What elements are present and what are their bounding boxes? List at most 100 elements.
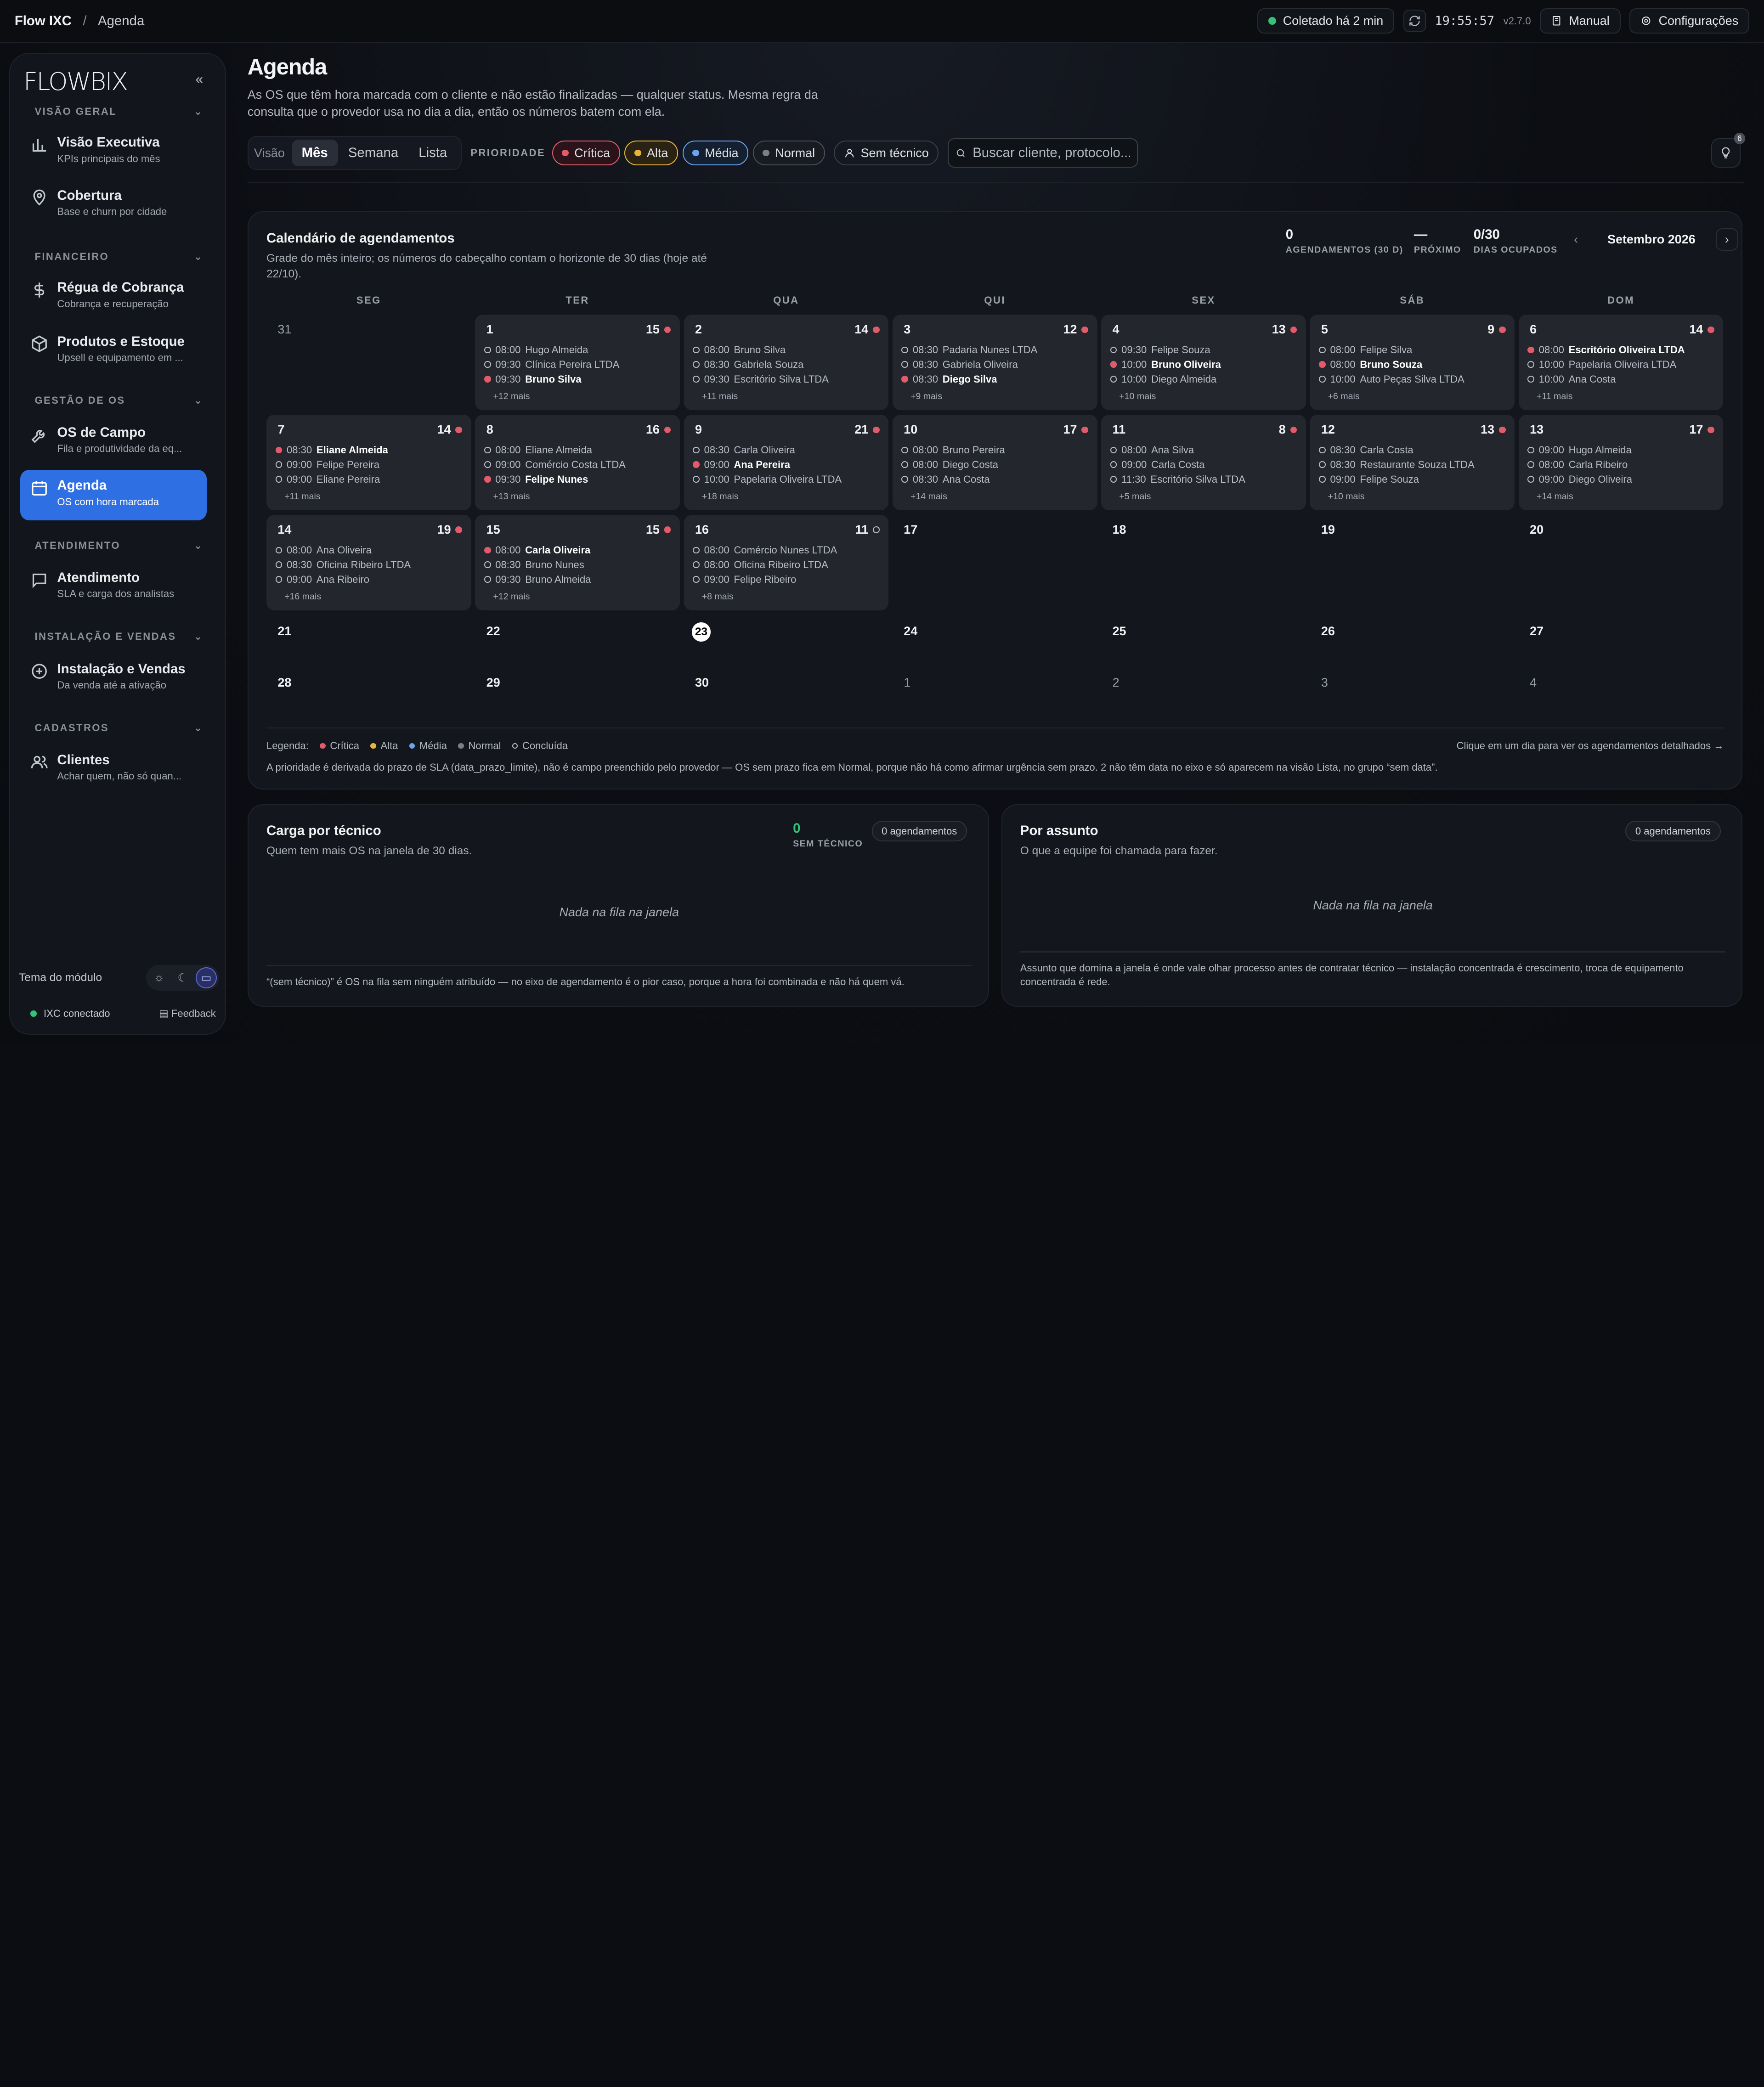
priority-filter-critica[interactable]: Crítica <box>552 140 620 166</box>
calendar-day-cell[interactable]: 7 14 08:30 Eliane Almeida 09:00 Felipe Pereir… <box>266 415 471 511</box>
appointment-item[interactable]: 09:00 Hugo Almeida <box>1527 444 1719 456</box>
more-link[interactable]: +10 mais <box>1328 491 1365 502</box>
appointment-item[interactable]: 08:00 Ana Oliveira <box>275 544 467 556</box>
no-technician-filter[interactable]: Sem técnico <box>834 140 939 166</box>
appointment-item[interactable]: 08:00 Oficina Ribeiro LTDA <box>693 559 884 571</box>
sidebar-item-instalacao-e-vendas[interactable]: Instalação e Vendas Da venda até a ativa… <box>20 653 207 704</box>
appointment-item[interactable]: 08:30 Ana Costa <box>901 474 1092 485</box>
calendar-day-cell[interactable]: 30 <box>684 668 889 713</box>
sidebar-item-regua-de-cobranca[interactable]: Régua de Cobrança Cobrança e recuperação <box>20 272 207 322</box>
calendar-day-cell[interactable]: 20 <box>1519 515 1724 564</box>
calendar-day-cell[interactable]: 11 8 08:00 Ana Silva 09:00 Carla Costa 11:30 Es… <box>1101 415 1306 511</box>
sidebar-item-produtos-e-estoque[interactable]: Produtos e Estoque Upsell e equipamento … <box>20 326 207 377</box>
appointment-item[interactable]: 08:30 Gabriela Oliveira <box>901 359 1092 371</box>
view-week-tab[interactable]: Semana <box>338 140 408 166</box>
tips-button[interactable]: 6 <box>1711 132 1745 168</box>
section-instalacao-e-vendas[interactable]: INSTALAÇÃO E VENDAS ⌄ <box>34 631 203 643</box>
calendar-day-cell[interactable]: 10 17 08:00 Bruno Pereira 08:00 Diego Costa 08… <box>892 415 1097 511</box>
calendar-day-cell[interactable]: 22 <box>475 616 680 666</box>
settings-button[interactable]: Configurações <box>1629 8 1750 34</box>
sidebar-item-agenda[interactable]: Agenda OS com hora marcada <box>20 470 207 521</box>
calendar-day-cell[interactable]: 12 13 08:30 Carla Costa 08:30 Restaurante Sou… <box>1310 415 1515 511</box>
appointment-item[interactable]: 10:00 Papelaria Oliveira LTDA <box>693 474 884 485</box>
more-link[interactable]: +5 mais <box>1119 491 1151 502</box>
sidebar-item-visao-executiva[interactable]: Visão Executiva KPIs principais do mês <box>20 127 207 177</box>
more-link[interactable]: +12 mais <box>493 391 530 402</box>
moon-icon[interactable]: ☾ <box>172 967 193 989</box>
calendar-day-cell[interactable]: 4 13 09:30 Felipe Souza 10:00 Bruno Oliveira 1… <box>1101 315 1306 411</box>
sidebar-item-atendimento[interactable]: Atendimento SLA e carga dos analistas <box>20 562 207 613</box>
manual-button[interactable]: Manual <box>1540 8 1621 34</box>
appointment-item[interactable]: 08:00 Bruno Souza <box>1318 359 1510 371</box>
calendar-day-cell[interactable]: 6 14 08:00 Escritório Oliveira LTDA 10:00 Pap… <box>1518 315 1724 411</box>
section-gestao-de-os[interactable]: GESTÃO DE OS ⌄ <box>34 395 203 406</box>
appointment-item[interactable]: 10:00 Papelaria Oliveira LTDA <box>1527 359 1719 371</box>
appointment-item[interactable]: 08:00 Ana Silva <box>1110 444 1301 456</box>
more-link[interactable]: +14 mais <box>1537 491 1573 502</box>
calendar-day-cell[interactable]: 3 <box>1310 668 1515 713</box>
more-link[interactable]: +11 mais <box>702 391 738 402</box>
more-link[interactable]: +11 mais <box>284 491 321 502</box>
calendar-day-cell[interactable]: 18 <box>1101 515 1306 564</box>
calendar-day-cell[interactable]: 9 21 08:30 Carla Oliveira 09:00 Ana Pereira 10… <box>684 415 889 511</box>
more-link[interactable]: +18 mais <box>702 491 739 502</box>
section-cadastros[interactable]: CADASTROS ⌄ <box>34 722 203 734</box>
more-link[interactable]: +11 mais <box>1537 391 1573 402</box>
more-link[interactable]: +13 mais <box>493 491 530 502</box>
sidebar-item-clientes[interactable]: Clientes Achar quem, não só quan... <box>20 745 207 795</box>
more-link[interactable]: +12 mais <box>493 592 530 602</box>
more-link[interactable]: +8 mais <box>702 592 734 602</box>
collapse-sidebar-icon[interactable]: « <box>196 72 203 87</box>
more-link[interactable]: +16 mais <box>284 592 321 602</box>
appointment-item[interactable]: 08:30 Oficina Ribeiro LTDA <box>275 559 467 571</box>
calendar-day-cell[interactable]: 17 <box>893 515 1097 564</box>
calendar-day-cell[interactable]: 31 <box>266 315 471 364</box>
calendar-day-cell[interactable]: 25 <box>1101 616 1306 666</box>
calendar-day-cell[interactable]: 4 <box>1519 668 1724 713</box>
calendar-day-cell[interactable]: 14 19 08:00 Ana Oliveira 08:30 Oficina Ribeir… <box>266 515 471 611</box>
breadcrumb-brand[interactable]: Flow IXC <box>15 13 72 29</box>
view-list-tab[interactable]: Lista <box>408 140 457 166</box>
calendar-day-cell[interactable]: 13 17 09:00 Hugo Almeida 08:00 Carla Ribeiro 0… <box>1518 415 1724 511</box>
priority-filter-alta[interactable]: Alta <box>624 140 678 166</box>
appointment-item[interactable]: 08:30 Diego Silva <box>901 373 1092 385</box>
sun-icon[interactable]: ☼ <box>148 967 170 989</box>
appointment-item[interactable]: 08:30 Padaria Nunes LTDA <box>901 344 1092 356</box>
appointment-item[interactable]: 10:00 Bruno Oliveira <box>1110 359 1301 371</box>
appointment-item[interactable]: 08:30 Eliane Almeida <box>275 444 467 456</box>
appointment-item[interactable]: 11:30 Escritório Silva LTDA <box>1110 474 1301 485</box>
prev-month-button[interactable]: ‹ <box>1565 228 1587 251</box>
view-month-tab[interactable]: Mês <box>291 139 338 167</box>
appointment-item[interactable]: 08:00 Escritório Oliveira LTDA <box>1527 344 1719 356</box>
appointment-item[interactable]: 10:00 Auto Peças Silva LTDA <box>1318 373 1510 385</box>
calendar-day-cell[interactable]: 2 <box>1101 668 1306 713</box>
appointment-item[interactable]: 08:00 Diego Costa <box>901 459 1092 471</box>
priority-filter-normal[interactable]: Normal <box>752 140 825 166</box>
calendar-day-cell[interactable]: 3 12 08:30 Padaria Nunes LTDA 08:30 Gabriela … <box>892 315 1097 411</box>
appointment-item[interactable]: 10:00 Ana Costa <box>1527 373 1719 385</box>
calendar-day-cell[interactable]: 29 <box>475 668 680 713</box>
appointment-item[interactable]: 08:00 Carla Ribeiro <box>1527 459 1719 471</box>
more-link[interactable]: +10 mais <box>1119 391 1156 402</box>
section-visao-geral[interactable]: VISÃO GERAL ⌄ <box>34 106 203 118</box>
appointment-item[interactable]: 09:00 Diego Oliveira <box>1527 474 1719 485</box>
section-atendimento[interactable]: ATENDIMENTO ⌄ <box>34 540 203 552</box>
appointment-item[interactable]: 10:00 Diego Almeida <box>1110 373 1301 385</box>
calendar-day-cell[interactable]: 19 <box>1310 515 1515 564</box>
calendar-day-cell[interactable]: 24 <box>893 616 1097 666</box>
more-link[interactable]: +6 mais <box>1328 391 1360 402</box>
more-link[interactable]: +14 mais <box>910 491 947 502</box>
sidebar-item-os-de-campo[interactable]: OS de Campo Fila e produtividade da eq..… <box>20 417 207 468</box>
appointment-item[interactable]: 08:30 Bruno Nunes <box>484 559 675 571</box>
appointment-item[interactable]: 09:30 Bruno Almeida <box>484 574 675 586</box>
calendar-day-cell[interactable]: 15 15 08:00 Carla Oliveira 08:30 Bruno Nunes 0… <box>475 515 680 611</box>
calendar-day-cell[interactable]: 2 14 08:00 Bruno Silva 08:30 Gabriela Souza 09… <box>684 315 889 411</box>
appointment-item[interactable]: 09:00 Carla Costa <box>1110 459 1301 471</box>
calendar-day-cell[interactable]: 8 16 08:00 Eliane Almeida 09:00 Comércio Cost… <box>475 415 680 511</box>
appointment-item[interactable]: 08:00 Bruno Pereira <box>901 444 1092 456</box>
calendar-day-cell[interactable]: 16 11 08:00 Comércio Nunes LTDA 08:00 Oficina… <box>684 515 889 611</box>
calendar-day-cell[interactable]: 1 <box>893 668 1097 713</box>
appointment-item[interactable]: 09:30 Felipe Nunes <box>484 474 675 485</box>
appointment-item[interactable]: 09:00 Felipe Ribeiro <box>693 574 884 586</box>
calendar-day-cell[interactable]: 5 9 08:00 Felipe Silva 08:00 Bruno Souza 10:00… <box>1310 315 1515 411</box>
